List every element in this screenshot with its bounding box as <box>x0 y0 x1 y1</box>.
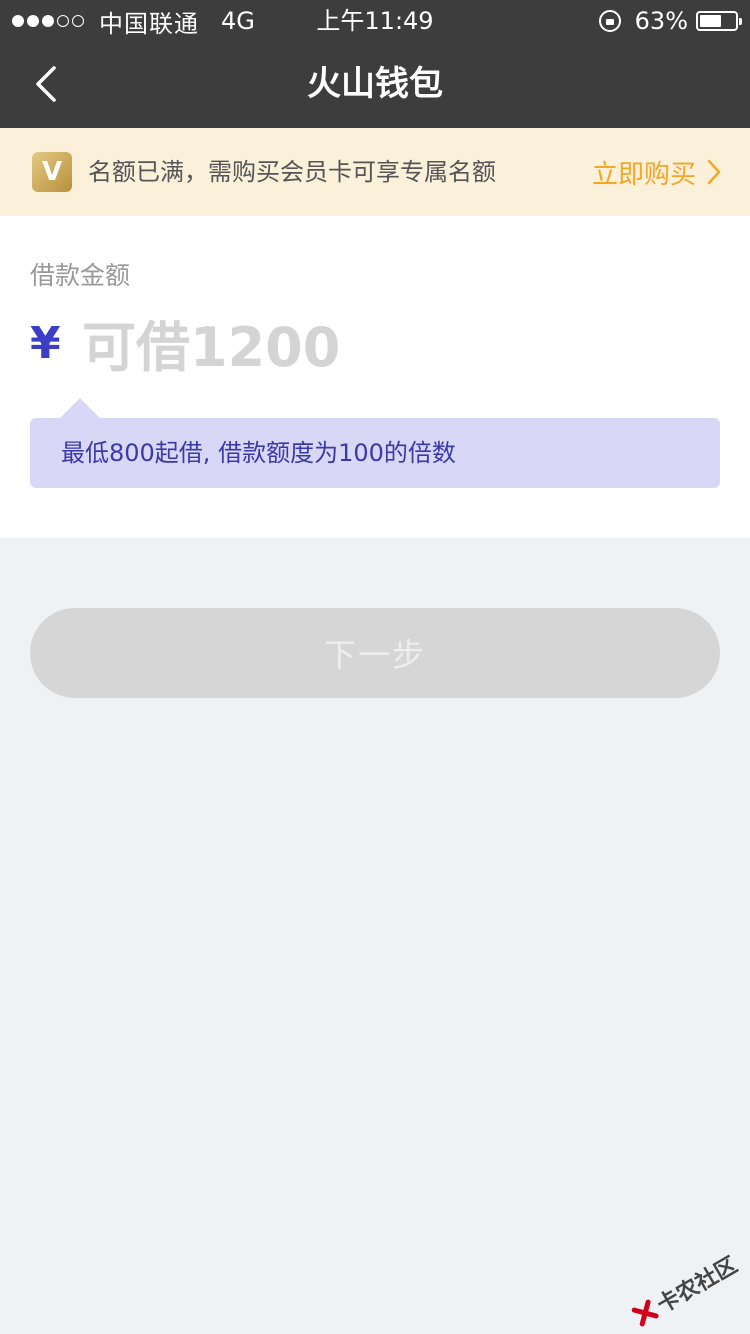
loan-amount-input[interactable] <box>82 308 682 386</box>
loan-hint-text: 最低800起借, 借款额度为100的倍数 <box>61 439 456 467</box>
buy-now-link[interactable]: 立即购买 <box>592 128 722 216</box>
next-step-button[interactable]: 下一步 <box>30 608 720 698</box>
loan-amount-label: 借款金额 <box>30 261 131 290</box>
watermark-text: 卡农社区 <box>653 1252 742 1319</box>
page-title: 火山钱包 <box>307 64 443 104</box>
banner-message: 名额已满，需购买会员卡可享专属名额 <box>88 158 496 186</box>
tooltip-arrow <box>60 398 100 418</box>
nav-bar: 火山钱包 <box>0 40 750 128</box>
battery-percent: 63% <box>634 7 688 35</box>
rotation-lock-icon <box>598 10 621 32</box>
vip-badge-icon: V <box>32 152 72 192</box>
buy-now-label: 立即购买 <box>591 159 696 190</box>
chevron-right-icon <box>707 159 721 185</box>
status-bar: 中国联通 4G 上午11:49 63% <box>0 0 750 40</box>
loan-hint-tooltip: 最低800起借, 借款额度为100的倍数 <box>30 398 720 488</box>
status-right: 63% <box>598 6 742 36</box>
community-watermark: 卡农社区 <box>628 1248 743 1333</box>
chevron-left-icon[interactable] <box>28 62 72 106</box>
membership-banner: V 名额已满，需购买会员卡可享专属名额 立即购买 <box>0 128 750 216</box>
currency-symbol: ¥ <box>30 318 61 369</box>
loan-amount-card: 借款金额 ¥ 最低800起借, 借款额度为100的倍数 <box>0 216 750 538</box>
battery-fill <box>700 15 722 27</box>
battery-icon <box>696 11 742 31</box>
